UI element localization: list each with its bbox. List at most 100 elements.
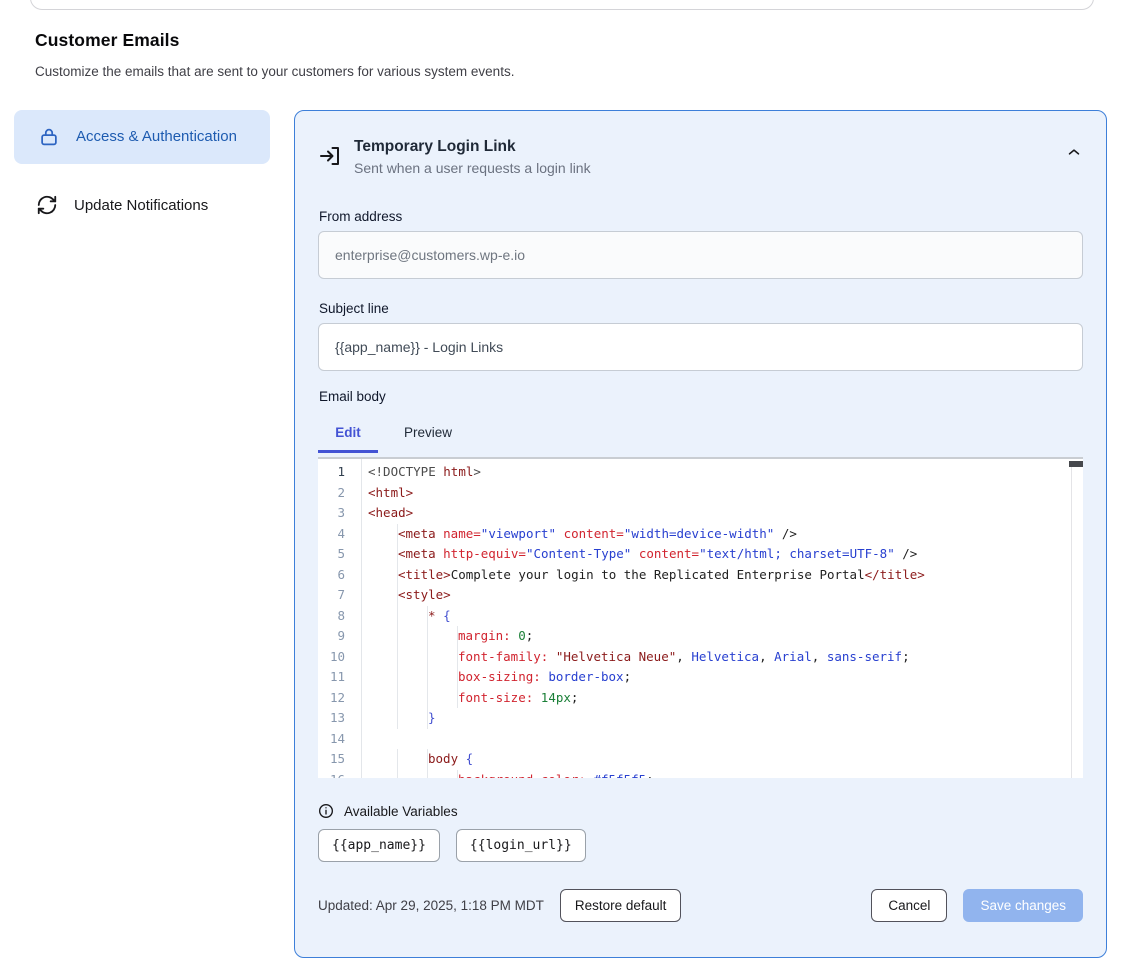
code-token: margin: xyxy=(458,626,511,647)
code-token: Complete your login to the Replicated En… xyxy=(451,565,865,586)
panel-header-text: Temporary Login Link Sent when a user re… xyxy=(354,135,591,178)
indent-guide xyxy=(428,626,458,647)
subject-line-group: Subject line xyxy=(318,301,1083,371)
variable-chip[interactable]: {{login_url}} xyxy=(456,829,586,862)
chevron-up-icon[interactable] xyxy=(1065,143,1083,161)
code-token: background-color: xyxy=(458,770,586,779)
panel-subtitle: Sent when a user requests a login link xyxy=(354,158,591,178)
code-token: <meta xyxy=(398,524,443,545)
code-line: 15body { xyxy=(318,749,1083,770)
editor-scrollbar-track[interactable] xyxy=(1071,461,1083,778)
sidebar-item-label: Access & Authentication xyxy=(76,125,237,149)
code-editor[interactable]: 1<!DOCTYPE html>2<html>3<head>4<meta nam… xyxy=(318,457,1083,778)
line-number: 6 xyxy=(318,565,361,586)
email-body-tabs: Edit Preview xyxy=(318,417,1083,453)
lock-icon xyxy=(38,126,60,148)
line-number: 9 xyxy=(318,626,361,647)
gutter-separator xyxy=(361,459,362,778)
code-token: { xyxy=(443,606,451,627)
code-token: "viewport" xyxy=(481,524,556,545)
code-token: "width=device-width" xyxy=(624,524,775,545)
code-line: 9margin: 0; xyxy=(318,626,1083,647)
email-body-label: Email body xyxy=(319,389,1083,404)
code-token: <style> xyxy=(398,585,451,606)
indent-guide xyxy=(428,688,458,709)
variable-chip[interactable]: {{app_name}} xyxy=(318,829,440,862)
line-number: 8 xyxy=(318,606,361,627)
line-number: 12 xyxy=(318,688,361,709)
indent-guide xyxy=(368,770,398,779)
indent-guide xyxy=(428,667,458,688)
indent-guide xyxy=(398,647,428,668)
line-number: 15 xyxy=(318,749,361,770)
code-token: border-box xyxy=(548,667,623,688)
indent-guide xyxy=(428,770,458,779)
code-token xyxy=(556,524,564,545)
line-number: 1 xyxy=(318,462,361,483)
indent-guide xyxy=(368,606,398,627)
code-token: "text/html; charset=UTF-8" xyxy=(699,544,895,565)
code-token: </title> xyxy=(865,565,925,586)
editor-scrollbar-thumb[interactable] xyxy=(1069,461,1083,467)
code-token: 14px xyxy=(541,688,571,709)
line-number: 13 xyxy=(318,708,361,729)
code-line: 2<html> xyxy=(318,483,1083,504)
code-token: "Helvetica Neue" xyxy=(556,647,676,668)
refresh-icon xyxy=(36,194,58,216)
tab-preview-label: Preview xyxy=(404,425,452,440)
line-number: 4 xyxy=(318,524,361,545)
line-number: 5 xyxy=(318,544,361,565)
page-header: Customer Emails Customize the emails tha… xyxy=(35,30,514,79)
line-number: 7 xyxy=(318,585,361,606)
save-changes-button[interactable]: Save changes xyxy=(963,889,1083,922)
code-token: Helvetica xyxy=(691,647,759,668)
indent-guide xyxy=(398,708,428,729)
updated-timestamp: Updated: Apr 29, 2025, 1:18 PM MDT xyxy=(318,898,544,913)
code-token: ; xyxy=(646,770,654,779)
line-number: 10 xyxy=(318,647,361,668)
code-token: box-sizing: xyxy=(458,667,541,688)
indent-guide xyxy=(398,749,428,770)
code-token: content= xyxy=(564,524,624,545)
subject-line-input[interactable] xyxy=(318,323,1083,371)
code-token: ; xyxy=(571,688,579,709)
indent-guide xyxy=(368,585,398,606)
code-token xyxy=(533,688,541,709)
line-number: 16 xyxy=(318,770,361,779)
code-line: 1 <!DOCTYPE html> xyxy=(318,462,1083,483)
from-address-input[interactable] xyxy=(318,231,1083,279)
code-line: 3<head> xyxy=(318,503,1083,524)
cancel-button[interactable]: Cancel xyxy=(871,889,947,922)
indent-guide xyxy=(368,667,398,688)
sidebar-item-update-notifications[interactable]: Update Notifications xyxy=(14,190,270,220)
sidebar-item-access-authentication[interactable]: Access & Authentication xyxy=(14,110,270,164)
code-token: font-size: xyxy=(458,688,533,709)
code-token: content= xyxy=(639,544,699,565)
indent-guide xyxy=(398,667,428,688)
page-title: Customer Emails xyxy=(35,30,514,51)
code-token: <!DOCTYPE xyxy=(368,462,443,483)
code-token: body xyxy=(428,749,466,770)
code-token: html xyxy=(443,462,473,483)
indent-guide xyxy=(398,606,428,627)
tab-preview[interactable]: Preview xyxy=(402,417,454,453)
indent-guide xyxy=(368,749,398,770)
code-token: > xyxy=(473,462,481,483)
indent-guide xyxy=(368,544,398,565)
code-line: 11box-sizing: border-box; xyxy=(318,667,1083,688)
indent-guide xyxy=(398,688,428,709)
code-line: 7 <style> xyxy=(318,585,1083,606)
indent-guide xyxy=(368,647,398,668)
email-settings-panel: Temporary Login Link Sent when a user re… xyxy=(294,110,1107,958)
code-line: 4<meta name="viewport" content="width=de… xyxy=(318,524,1083,545)
variable-chips: {{app_name}} {{login_url}} xyxy=(318,829,1083,862)
restore-default-button[interactable]: Restore default xyxy=(560,889,682,922)
sidebar-item-label: Update Notifications xyxy=(74,197,208,214)
available-variables-label: Available Variables xyxy=(344,804,458,819)
code-token: <html> xyxy=(368,483,413,504)
from-address-label: From address xyxy=(319,209,1083,224)
tab-edit[interactable]: Edit xyxy=(318,417,378,453)
code-token xyxy=(511,626,519,647)
code-line: 16background-color: #f5f5f5; xyxy=(318,770,1083,779)
indent-guide xyxy=(398,770,428,779)
